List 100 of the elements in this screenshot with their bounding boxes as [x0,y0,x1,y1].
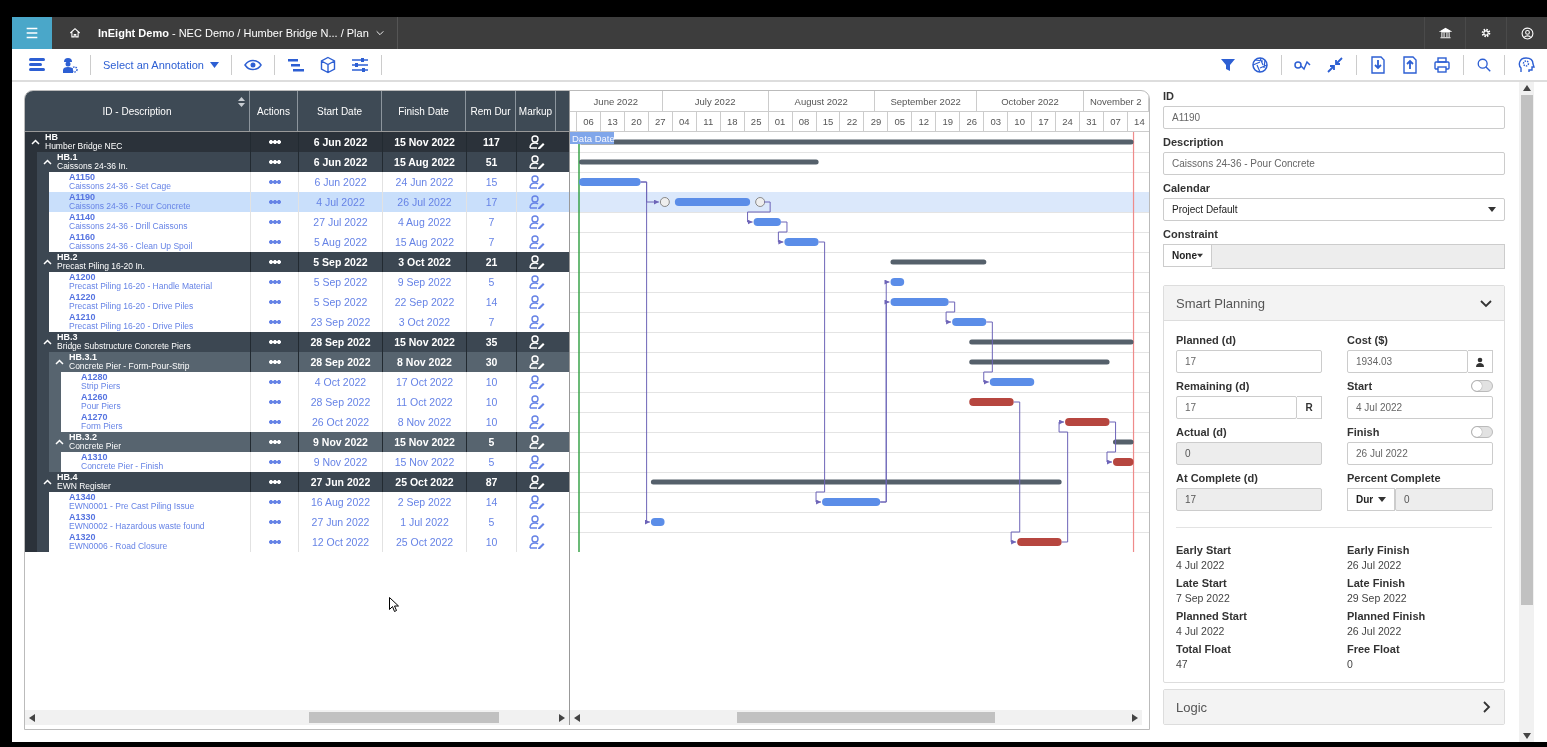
collapse-arrows-icon[interactable] [1326,55,1344,74]
task-bar[interactable] [1017,538,1062,546]
task-bar[interactable] [1113,458,1134,466]
task-bar[interactable] [890,298,949,306]
arrow-left-icon[interactable] [574,713,580,722]
task-bar[interactable] [952,318,987,326]
user-edit-icon[interactable] [528,355,545,369]
sort-icon[interactable] [238,97,245,107]
column-header[interactable]: Markup [518,105,553,117]
actions-menu-icon[interactable] [268,160,281,164]
chevron-right-icon[interactable] [1480,701,1492,713]
activity-id: A1220 [69,293,96,302]
summary-bar[interactable] [579,159,819,165]
column-header[interactable]: Finish Date [398,105,449,117]
menu-icon[interactable] [24,25,40,41]
stacked-bars-icon[interactable] [28,55,46,74]
task-bar[interactable] [650,518,665,526]
search-icon[interactable] [1476,56,1492,73]
activity-id: A1200 [69,273,96,282]
arrow-right-icon[interactable] [1132,713,1138,722]
logic-header[interactable]: Logic [1164,690,1504,724]
user-edit-icon[interactable] [528,255,545,269]
summary-row[interactable]: HB.2 Precast Piling 16-20 In. 5 Sep 2022 3 Oct 2022 21 [25,252,569,272]
input-field[interactable]: 26 Jul 2022 [1347,442,1493,465]
summary-row[interactable]: HB.4 EWN Register 27 Jun 2022 25 Oct 2022 87 [25,472,569,492]
column-header[interactable]: Start Date [317,105,362,117]
user-edit-icon[interactable] [528,435,545,449]
summary-row[interactable]: HB Humber Bridge NEC 6 Jun 2022 15 Nov 2022 117 [25,132,569,152]
bank-icon[interactable] [1438,26,1452,40]
file-download-icon[interactable] [1369,55,1387,74]
actions-menu-icon[interactable] [268,340,281,344]
annotation-select[interactable]: Select an Annotation [103,58,219,71]
start-date: 28 Sep 2022 [310,356,371,368]
constraint-select[interactable]: None [1163,244,1212,267]
print-icon[interactable] [1433,55,1451,74]
column-header[interactable]: ID - Description [102,105,172,117]
breadcrumb[interactable]: InEight Demo - NEC Demo / Humber Bridge N... / Plan [98,27,369,39]
remaining-button[interactable]: R [1297,396,1322,419]
selected-task-bar[interactable] [659,197,766,207]
chevron-down-icon[interactable] [374,28,385,38]
actions-menu-icon[interactable] [268,140,281,144]
input-field[interactable]: Caissons 24-36 - Pour Concrete [1163,152,1505,175]
input-field[interactable]: 17 [1176,396,1297,419]
calendar-select[interactable]: Project Default [1163,198,1505,221]
user-edit-icon[interactable] [528,335,545,349]
summary-bar[interactable] [650,479,1062,485]
toggle-switch[interactable] [1471,380,1493,392]
dependency-line [777,221,788,245]
task-bar[interactable] [969,398,1014,406]
user-icon[interactable] [1520,26,1534,40]
finish-date: 15 Nov 2022 [394,336,455,348]
percent-type-select[interactable]: Dur [1347,488,1395,511]
aperture-icon[interactable] [1251,55,1269,74]
arrow-right-icon[interactable] [559,713,565,722]
user-edit-icon[interactable] [528,155,545,169]
summary-bar[interactable] [1113,439,1134,445]
sliders-icon[interactable] [350,55,369,74]
task-bar[interactable] [753,218,781,226]
head-gears-icon[interactable] [1517,55,1535,74]
actions-menu-icon[interactable] [268,260,281,264]
user-edit-icon[interactable] [528,475,545,489]
summary-bar[interactable] [890,259,987,265]
summary-row[interactable]: HB.3.1 Concrete Pier - Form-Pour-Strip 28 Sep 2022 8 Nov 2022 30 [25,352,569,372]
summary-row[interactable]: HB.3 Bridge Substructure Concrete Piers 28 Sep 2022 15 Nov 2022 35 [25,332,569,352]
user-edit-icon[interactable] [528,135,545,149]
input-field[interactable]: A1190 [1163,106,1505,129]
activity-description: EWN0001 - Pre Cast Piling Issue [69,502,195,511]
actions-menu-icon[interactable] [268,480,281,484]
file-upload-icon[interactable] [1401,55,1419,74]
column-header[interactable]: Actions [257,105,290,117]
settings-icon[interactable] [1480,27,1492,39]
chevron-down-icon[interactable] [1480,297,1492,309]
summary-bar[interactable] [969,339,1134,345]
smart-planning-header[interactable]: Smart Planning [1164,286,1504,320]
task-bar[interactable] [822,498,881,506]
arrow-left-icon[interactable] [29,713,35,722]
person-button[interactable] [1468,350,1493,373]
horizontal-scrollbar[interactable] [25,710,569,725]
task-bar[interactable] [784,238,819,246]
vertical-scrollbar[interactable] [1520,85,1533,739]
task-bar[interactable] [890,278,905,286]
actions-menu-icon[interactable] [268,440,281,444]
finish-date: 11 Oct 2022 [396,396,453,408]
column-header[interactable]: Rem Dur [470,105,511,117]
worker-gear-icon[interactable] [60,55,78,74]
cube-icon[interactable] [318,55,337,74]
summary-bar[interactable] [969,359,1110,365]
input-field[interactable]: 17 [1176,350,1322,373]
arrow-up-icon[interactable] [1522,85,1531,91]
summary-row[interactable]: HB.1 Caissons 24-36 In. 6 Jun 2022 15 Aug 2022 51 [25,152,569,172]
horizontal-scrollbar[interactable] [570,710,1142,725]
summary-row[interactable]: HB.3.2 Concrete Pier 9 Nov 2022 15 Nov 2022 5 [25,432,569,452]
input-field[interactable]: 1934.03 [1347,350,1468,373]
arrow-down-icon[interactable] [1522,733,1531,739]
input-field[interactable]: 4 Jul 2022 [1347,396,1493,419]
actions-menu-icon[interactable] [268,360,281,364]
home-icon[interactable] [68,26,82,40]
task-bar[interactable] [1065,418,1110,426]
task-bar[interactable] [989,378,1035,386]
toggle-switch[interactable] [1471,426,1493,438]
